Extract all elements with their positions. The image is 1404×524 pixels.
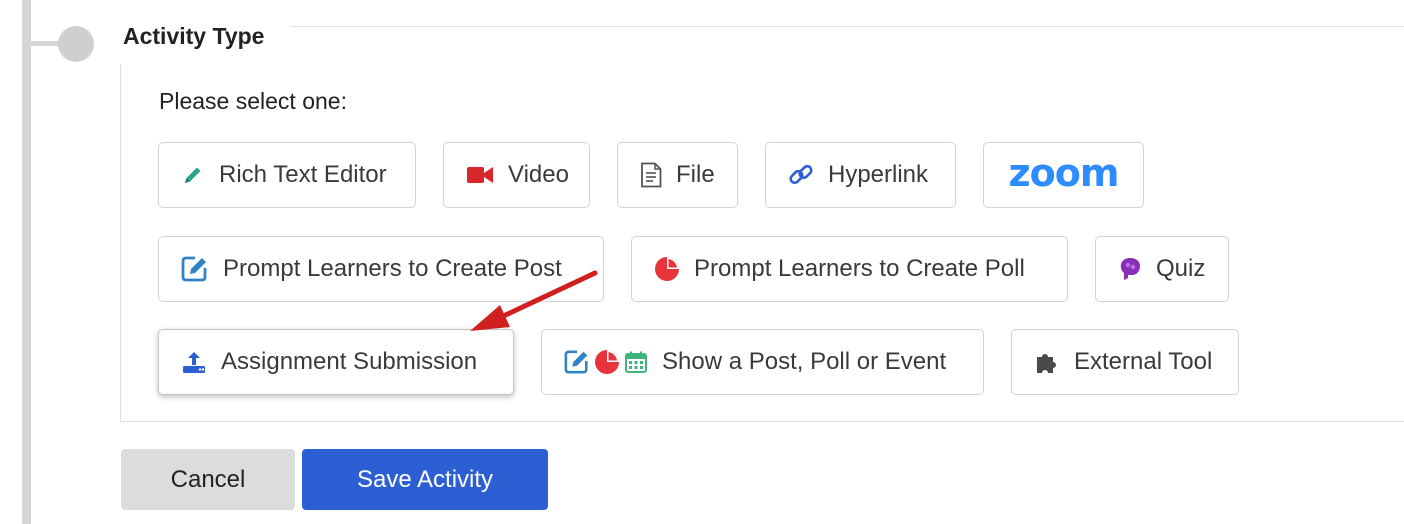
zoom-logo: zoom [1008,151,1120,195]
pie-chart-icon [595,350,619,374]
option-label: External Tool [1074,348,1213,375]
upload-icon [181,349,207,375]
post-poll-calendar-icons [564,349,648,375]
option-zoom[interactable]: zoom [983,142,1144,208]
option-label: Hyperlink [828,161,929,188]
section-legend: Activity Type [123,23,265,49]
pencil-icon [181,163,205,187]
option-rich-text-editor[interactable]: Rich Text Editor [158,142,416,208]
section-divider [290,26,1404,27]
document-icon [640,162,662,188]
option-label: Rich Text Editor [219,161,387,188]
option-external-tool[interactable]: External Tool [1011,329,1239,395]
video-camera-icon [466,164,494,186]
option-file[interactable]: File [617,142,738,208]
timeline-rail [22,0,31,524]
option-prompt-poll[interactable]: Prompt Learners to Create Poll [631,236,1068,302]
link-icon [788,162,814,188]
pie-chart-icon [654,256,680,282]
cancel-button[interactable]: Cancel [121,449,295,510]
option-quiz[interactable]: Quiz [1095,236,1229,302]
edit-square-icon [564,350,588,374]
edit-square-icon [181,255,209,283]
red-arrow-annotation [470,270,598,331]
option-hyperlink[interactable]: Hyperlink [765,142,956,208]
option-label: Show a Post, Poll or Event [662,348,947,375]
save-activity-button[interactable]: Save Activity [302,449,548,510]
option-label: Prompt Learners to Create Poll [694,255,1025,282]
brain-icon [1118,256,1142,282]
option-label: File [676,161,715,188]
puzzle-icon [1034,349,1060,375]
option-label: Quiz [1156,255,1206,282]
option-label: Assignment Submission [221,348,478,375]
option-label: Video [508,161,569,188]
select-prompt: Please select one: [159,88,347,114]
calendar-icon [625,351,647,373]
option-video[interactable]: Video [443,142,590,208]
timeline-node [58,26,94,62]
